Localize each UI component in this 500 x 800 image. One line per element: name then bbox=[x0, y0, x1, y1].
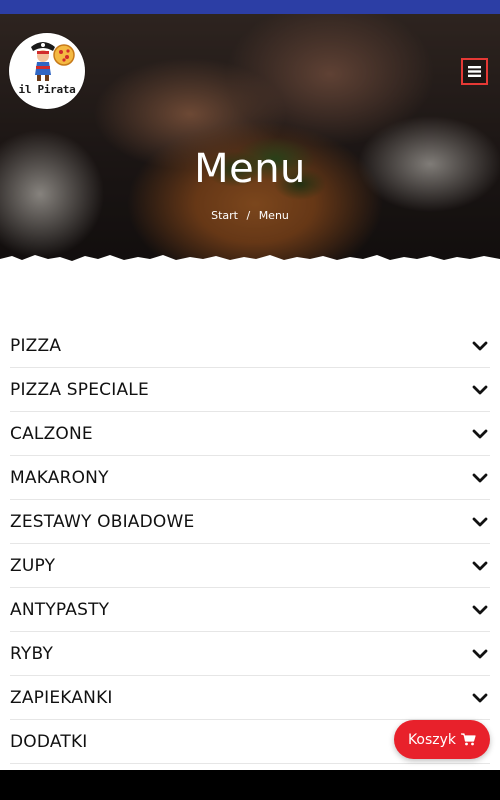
system-navigation-bar bbox=[0, 770, 500, 800]
menu-category-makarony[interactable]: MAKARONY bbox=[10, 456, 490, 500]
cart-button[interactable]: Koszyk bbox=[394, 720, 490, 759]
menu-category-ryby[interactable]: RYBY bbox=[10, 632, 490, 676]
menu-category-label: ZAPIEKANKI bbox=[10, 687, 113, 708]
status-bar bbox=[0, 0, 500, 14]
menu-category-label: ZUPY bbox=[10, 555, 56, 576]
chevron-down-icon bbox=[472, 517, 488, 526]
cart-button-label: Koszyk bbox=[407, 731, 457, 748]
menu-toggle-button[interactable] bbox=[461, 58, 488, 85]
menu-category-list: PIZZA PIZZA SPECIALE CALZONE MAKARONY ZE… bbox=[10, 324, 490, 764]
menu-category-calzone[interactable]: CALZONE bbox=[10, 412, 490, 456]
menu-category-antypasty[interactable]: ANTYPASTY bbox=[10, 588, 490, 632]
menu-category-pizza-speciale[interactable]: PIZZA SPECIALE bbox=[10, 368, 490, 412]
menu-category-label: DODATKI bbox=[10, 731, 88, 752]
shopping-cart-icon bbox=[461, 733, 476, 746]
torn-edge-divider bbox=[0, 255, 500, 264]
page-title: Menu bbox=[194, 146, 306, 192]
chevron-down-icon bbox=[472, 561, 488, 570]
breadcrumb-current: Menu bbox=[258, 209, 289, 222]
chevron-down-icon bbox=[472, 341, 488, 350]
chevron-down-icon bbox=[472, 385, 488, 394]
menu-category-zapiekanki[interactable]: ZAPIEKANKI bbox=[10, 676, 490, 720]
chevron-down-icon bbox=[472, 429, 488, 438]
logo-wordmark: il Pirata bbox=[18, 83, 76, 96]
menu-category-label: RYBY bbox=[10, 643, 54, 664]
menu-category-label: ANTYPASTY bbox=[10, 599, 110, 620]
chevron-down-icon bbox=[472, 605, 488, 614]
chevron-down-icon bbox=[472, 473, 488, 482]
breadcrumb: Start / Menu bbox=[0, 209, 500, 222]
breadcrumb-separator: / bbox=[246, 209, 251, 222]
menu-category-zupy[interactable]: ZUPY bbox=[10, 544, 490, 588]
site-logo[interactable]: il Pirata bbox=[9, 33, 85, 109]
menu-category-zestawy-obiadowe[interactable]: ZESTAWY OBIADOWE bbox=[10, 500, 490, 544]
menu-category-label: MAKARONY bbox=[10, 467, 109, 488]
pirate-pizza-logo-icon bbox=[31, 42, 75, 81]
menu-category-label: PIZZA SPECIALE bbox=[10, 379, 149, 400]
menu-category-label: PIZZA bbox=[10, 335, 62, 356]
menu-category-label: CALZONE bbox=[10, 423, 93, 444]
chevron-down-icon bbox=[472, 649, 488, 658]
hamburger-icon bbox=[468, 66, 481, 77]
breadcrumb-home-link[interactable]: Start bbox=[211, 209, 238, 222]
menu-category-pizza[interactable]: PIZZA bbox=[10, 324, 490, 368]
chevron-down-icon bbox=[472, 693, 488, 702]
menu-category-label: ZESTAWY OBIADOWE bbox=[10, 511, 195, 532]
